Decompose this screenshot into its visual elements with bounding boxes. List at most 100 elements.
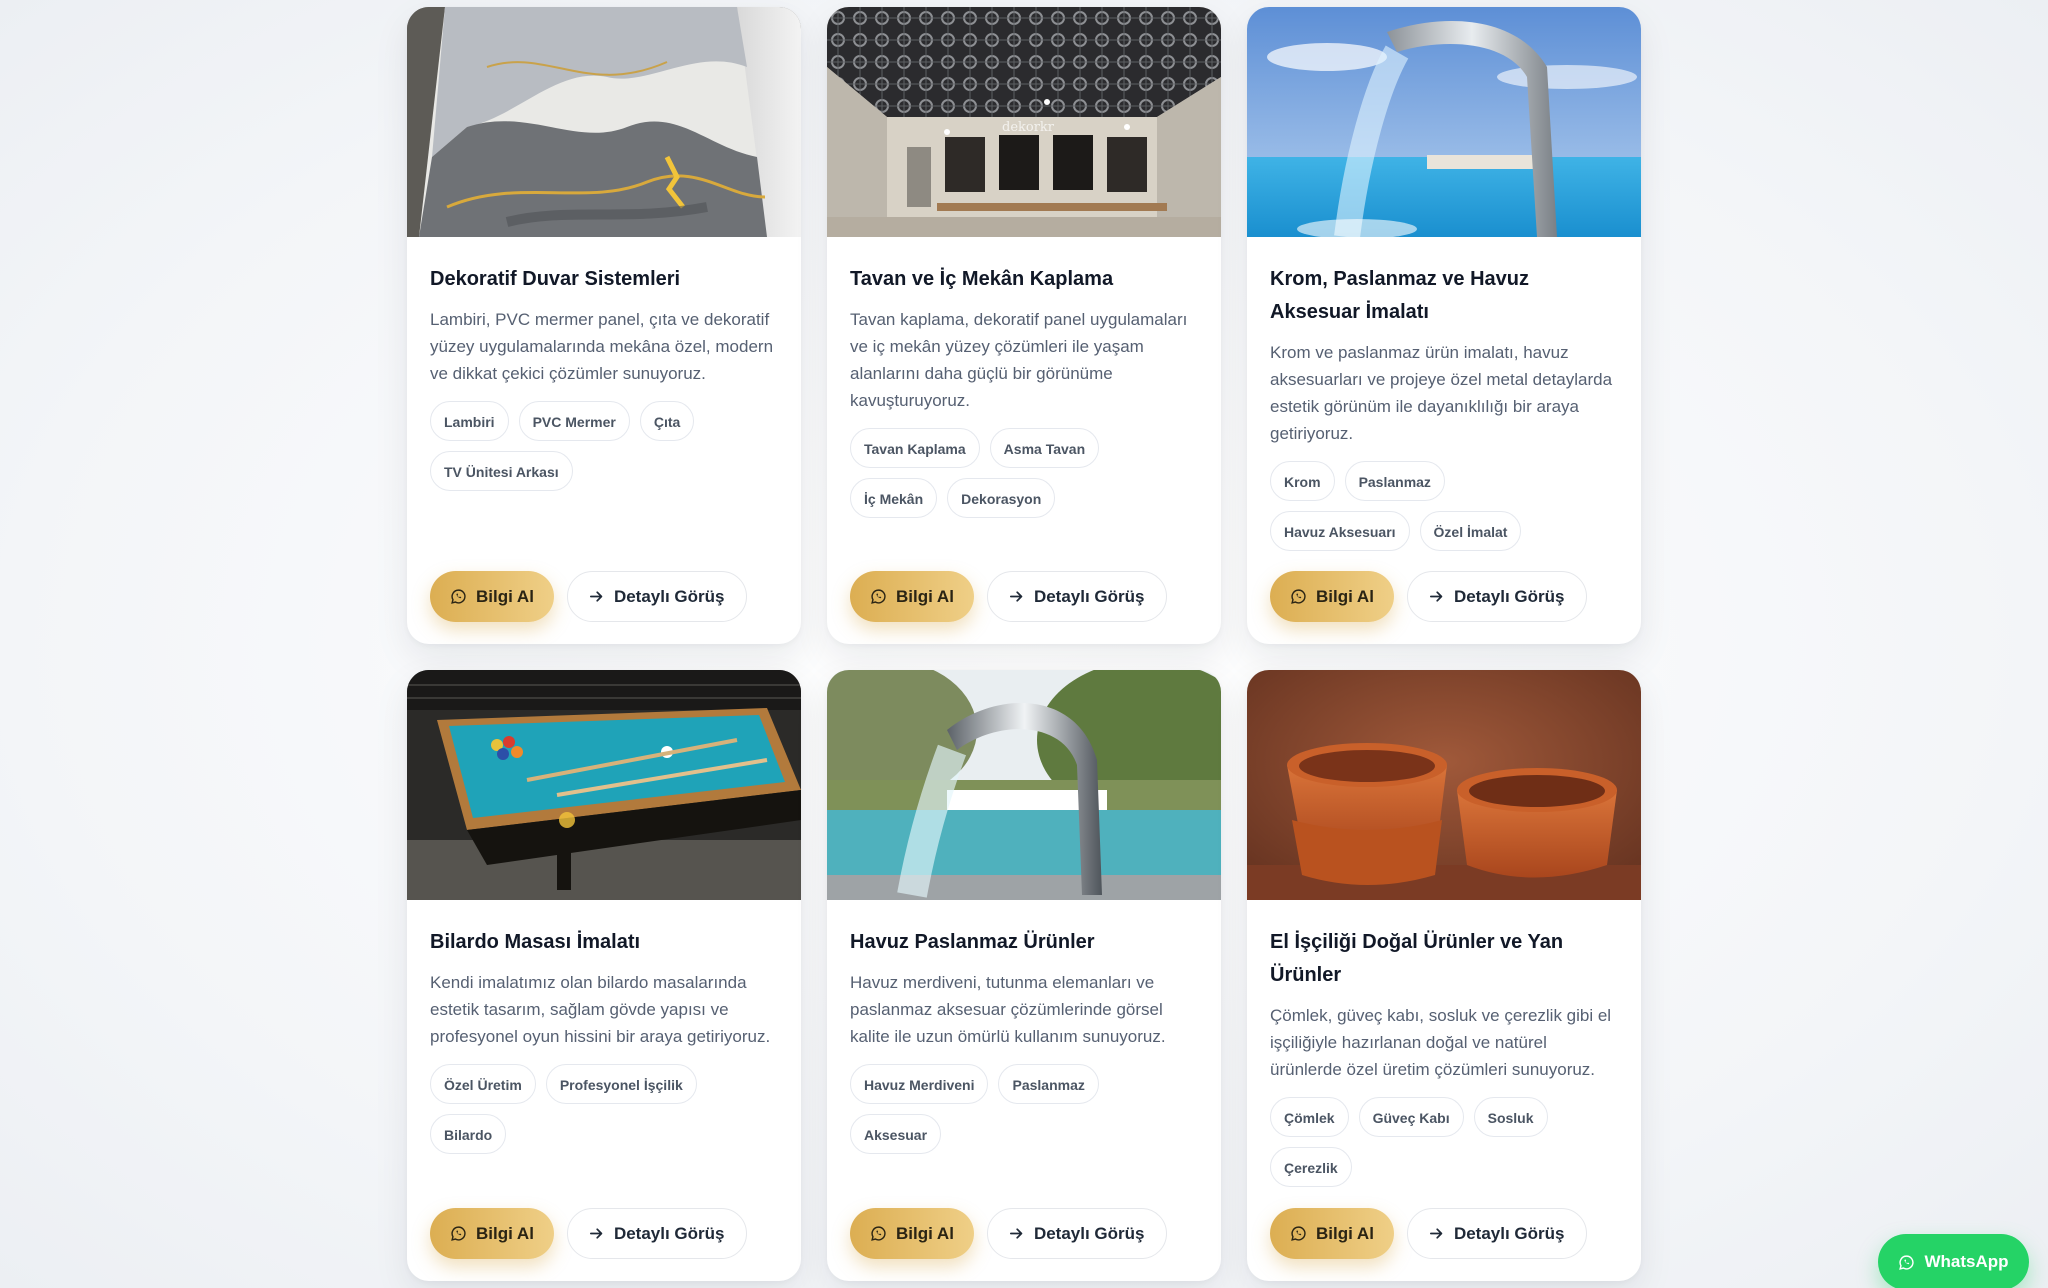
- info-button-label: Bilgi Al: [1316, 586, 1374, 606]
- whatsapp-icon: [1291, 589, 1306, 604]
- detail-button[interactable]: Detaylı Görüş: [986, 571, 1168, 622]
- tag: Güveç Kabı: [1358, 1097, 1464, 1137]
- tag: Krom: [1270, 461, 1335, 501]
- info-button-label: Bilgi Al: [476, 1223, 534, 1243]
- info-button[interactable]: Bilgi Al: [1270, 1208, 1394, 1259]
- tag-list: Tavan Kaplama Asma Tavan İç Mekân Dekora…: [850, 428, 1170, 518]
- detail-button-label: Detaylı Görüş: [613, 586, 725, 606]
- product-card-decorative-walls: Dekoratif Duvar Sistemleri Lambiri, PVC …: [407, 7, 801, 644]
- tag: Aksesuar: [850, 1114, 942, 1154]
- tag: Özel İmalat: [1419, 511, 1522, 551]
- card-description: Kendi imalatımız olan bilardo masalarınd…: [430, 973, 771, 1046]
- whatsapp-floating-button[interactable]: WhatsApp: [1878, 1234, 2029, 1288]
- info-button[interactable]: Bilgi Al: [430, 571, 554, 622]
- info-button[interactable]: Bilgi Al: [850, 571, 974, 622]
- whatsapp-icon: [871, 589, 886, 604]
- card-description: Krom ve paslanmaz ürün imalatı, havuz ak…: [1270, 343, 1613, 443]
- info-button[interactable]: Bilgi Al: [850, 1208, 974, 1259]
- tag: Dekorasyon: [947, 478, 1056, 518]
- detail-button-label: Detaylı Görüş: [1033, 586, 1145, 606]
- card-title: Dekoratif Duvar Sistemleri: [430, 268, 681, 290]
- card-description: Lambiri, PVC mermer panel, çıta ve dekor…: [430, 310, 774, 383]
- tag: Çıta: [639, 401, 695, 441]
- tag: Tavan Kaplama: [850, 428, 980, 468]
- pool-fountain-illustration: [1247, 7, 1641, 237]
- product-card-handcraft-natural: El İşçiliği Doğal Ürünler ve Yan Ürünler…: [1247, 670, 1641, 1281]
- arrow-right-icon: [1429, 591, 1443, 602]
- tag-list: Özel Üretim Profesyonel İşçilik Bilardo: [430, 1064, 750, 1154]
- card-title: Tavan ve İç Mekân Kaplama: [850, 268, 1114, 290]
- tag-list: Havuz Merdiveni Paslanmaz Aksesuar: [850, 1064, 1170, 1154]
- arrow-right-icon: [589, 591, 603, 602]
- detail-button-label: Detaylı Görüş: [1453, 1223, 1565, 1243]
- whatsapp-icon: [1291, 1226, 1306, 1241]
- tag: İç Mekân: [850, 478, 938, 518]
- tag: Lambiri: [430, 401, 509, 441]
- product-card-pool-stainless: Havuz Paslanmaz Ürünler Havuz merdiveni,…: [827, 670, 1221, 1281]
- arrow-right-icon: [1429, 1228, 1443, 1239]
- tag-list: Krom Paslanmaz Havuz Aksesuarı Özel İmal…: [1270, 461, 1590, 551]
- info-button-label: Bilgi Al: [896, 1223, 954, 1243]
- card-actions: Bilgi Al Detaylı Görüş: [850, 571, 1168, 622]
- detail-button[interactable]: Detaylı Görüş: [1406, 1208, 1588, 1259]
- tag: Özel Üretim: [430, 1064, 536, 1104]
- info-button-label: Bilgi Al: [476, 586, 534, 606]
- tag: Havuz Merdiveni: [850, 1064, 989, 1104]
- product-grid: Dekoratif Duvar Sistemleri Lambiri, PVC …: [407, 7, 1641, 1281]
- detail-button-label: Detaylı Görüş: [1453, 586, 1565, 606]
- arrow-right-icon: [1009, 591, 1023, 602]
- image-watermark: dekorkr: [1002, 120, 1055, 135]
- ceiling-interior-illustration: dekorkr: [827, 7, 1221, 237]
- detail-button-label: Detaylı Görüş: [1033, 1223, 1145, 1243]
- pool-stainless-illustration: [827, 670, 1221, 900]
- card-image-ceiling-interior: dekorkr: [827, 7, 1221, 237]
- tag: TV Ünitesi Arkası: [430, 451, 573, 491]
- whatsapp-floating-label: WhatsApp: [1924, 1252, 2009, 1271]
- tag: Havuz Aksesuarı: [1270, 511, 1410, 551]
- tag: Asma Tavan: [989, 428, 1100, 468]
- card-image-marble-panel: [407, 7, 801, 237]
- card-title: El İşçiliği Doğal Ürünler ve Yan Ürünler: [1270, 931, 1564, 986]
- clay-bowls-illustration: [1247, 670, 1641, 900]
- tag: Paslanmaz: [1344, 461, 1445, 501]
- tag: PVC Mermer: [518, 401, 630, 441]
- detail-button[interactable]: Detaylı Görüş: [566, 1208, 748, 1259]
- tag: Sosluk: [1473, 1097, 1548, 1137]
- info-button[interactable]: Bilgi Al: [430, 1208, 554, 1259]
- info-button[interactable]: Bilgi Al: [1270, 571, 1394, 622]
- card-actions: Bilgi Al Detaylı Görüş: [430, 571, 748, 622]
- info-button-label: Bilgi Al: [896, 586, 954, 606]
- card-image-billiard-table: [407, 670, 801, 900]
- tag-list: Lambiri PVC Mermer Çıta TV Ünitesi Arkas…: [430, 401, 750, 491]
- detail-button[interactable]: Detaylı Görüş: [1406, 571, 1588, 622]
- tag: Çömlek: [1270, 1097, 1349, 1137]
- tag: Bilardo: [430, 1114, 507, 1154]
- card-description: Tavan kaplama, dekoratif panel uygulamal…: [850, 310, 1188, 410]
- product-card-billiard-tables: Bilardo Masası İmalatı Kendi imalatımız …: [407, 670, 801, 1281]
- tag: Çerezlik: [1270, 1147, 1352, 1187]
- detail-button-label: Detaylı Görüş: [613, 1223, 725, 1243]
- tag: Paslanmaz: [998, 1064, 1099, 1104]
- card-image-pool-stainless: [827, 670, 1221, 900]
- whatsapp-icon: [451, 589, 466, 604]
- card-actions: Bilgi Al Detaylı Görüş: [430, 1208, 748, 1259]
- card-title: Bilardo Masası İmalatı: [430, 931, 641, 953]
- card-image-pool-fountain: [1247, 7, 1641, 237]
- page: Dekoratif Duvar Sistemleri Lambiri, PVC …: [0, 0, 2048, 1288]
- card-actions: Bilgi Al Detaylı Görüş: [1270, 1208, 1588, 1259]
- card-description: Havuz merdiveni, tutunma elemanları ve p…: [850, 973, 1166, 1046]
- arrow-right-icon: [589, 1228, 603, 1239]
- whatsapp-icon: [451, 1226, 466, 1241]
- tag-list: Çömlek Güveç Kabı Sosluk Çerezlik: [1270, 1097, 1590, 1187]
- arrow-right-icon: [1009, 1228, 1023, 1239]
- product-card-ceiling-cladding: dekorkr Tavan ve İç Mekân Kaplama Tavan …: [827, 7, 1221, 644]
- card-actions: Bilgi Al Detaylı Görüş: [850, 1208, 1168, 1259]
- card-actions: Bilgi Al Detaylı Görüş: [1270, 571, 1588, 622]
- detail-button[interactable]: Detaylı Görüş: [566, 571, 748, 622]
- whatsapp-icon: [871, 1226, 886, 1241]
- product-card-chrome-pool-accessories: Krom, Paslanmaz ve Havuz Aksesuar İmalat…: [1247, 7, 1641, 644]
- billiard-table-illustration: [407, 670, 801, 900]
- card-title: Havuz Paslanmaz Ürünler: [850, 931, 1095, 953]
- detail-button[interactable]: Detaylı Görüş: [986, 1208, 1168, 1259]
- card-title: Krom, Paslanmaz ve Havuz Aksesuar İmalat…: [1270, 268, 1529, 323]
